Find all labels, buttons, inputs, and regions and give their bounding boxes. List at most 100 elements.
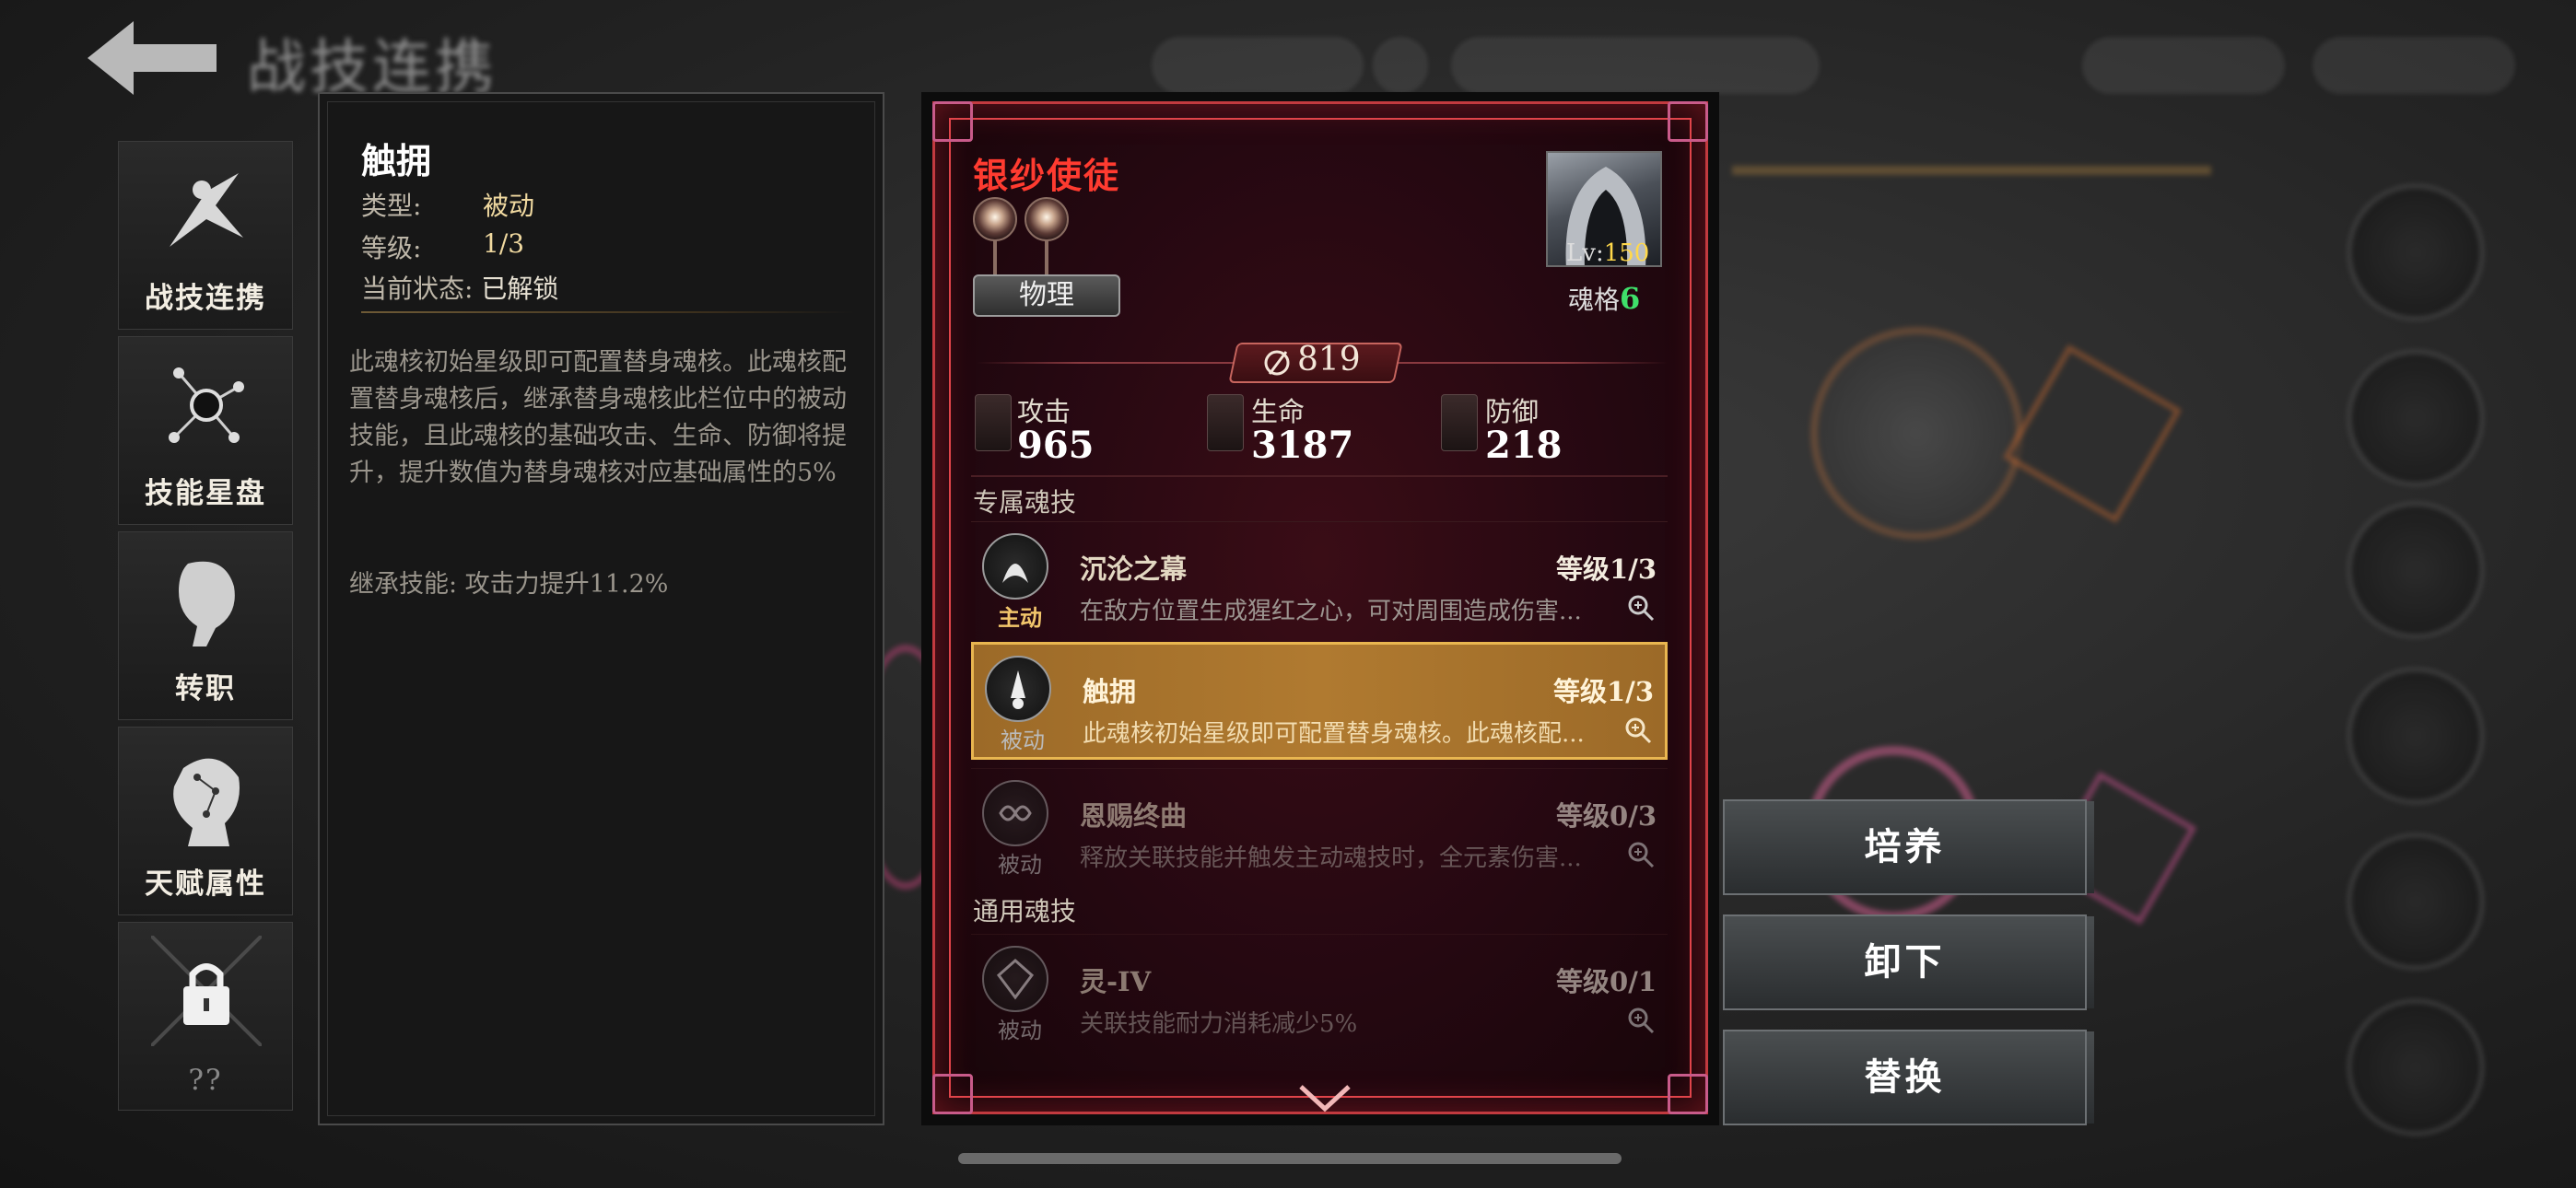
skill-name: 沉沦之幕	[1080, 553, 1188, 585]
soul-grade: 魂格6	[1568, 280, 1640, 317]
star-orb-icon	[973, 197, 1017, 241]
bg-bar	[1732, 166, 2211, 175]
corner-ornament	[1668, 1074, 1708, 1114]
info-type-label: 类型:	[361, 191, 422, 221]
skill-desc: 在敌方位置生成猩红之心，可对周围造成伤害...	[1080, 598, 1582, 625]
replace-button[interactable]: 替换	[1723, 1030, 2094, 1125]
top-resource-pill[interactable]	[2082, 37, 2285, 94]
top-currency-pill[interactable]	[1152, 37, 1364, 94]
skill-type: 被动	[998, 852, 1042, 878]
power-value: 819	[1297, 341, 1361, 379]
stats-divider	[971, 475, 1668, 477]
info-level-value: 1/3	[483, 228, 525, 259]
warrior-icon	[170, 173, 243, 247]
unequip-button[interactable]: 卸下	[1723, 914, 2094, 1010]
info-state: 当前状态: 已解锁	[361, 269, 558, 306]
skill-passive-icon	[982, 946, 1048, 1012]
right-slot-1[interactable]	[2348, 184, 2484, 320]
nav-job-change[interactable]: 转职	[118, 531, 293, 720]
nav-label: 转职	[175, 672, 236, 705]
info-level: 等级: 1/3	[361, 228, 524, 265]
nav-label: 技能星盘	[145, 477, 266, 510]
stat-value-defense: 218	[1485, 424, 1563, 467]
skill-level: 等级0/3	[1556, 800, 1657, 832]
skill-active-icon	[982, 533, 1048, 600]
info-type-value: 被动	[483, 191, 535, 221]
nav-star-map[interactable]: 技能星盘	[118, 336, 293, 525]
skill-passive-icon	[982, 780, 1048, 846]
skill-level: 等级0/1	[1556, 966, 1657, 997]
right-slot-3[interactable]	[2348, 502, 2484, 638]
info-description: 此魂核初始星级即可配置替身魂核。此魂核配置替身魂核后，继承替身魂核此栏位中的被动…	[349, 348, 847, 487]
info-state-value: 已解锁	[481, 274, 559, 304]
info-separator	[361, 311, 854, 313]
heart-icon	[1207, 394, 1244, 451]
info-title: 触拥	[361, 140, 432, 181]
skill-type: 被动	[998, 1018, 1042, 1043]
info-inherit: 继承技能: 攻击力提升11.2%	[349, 570, 669, 599]
orb-chain	[993, 239, 997, 274]
top-status-pill[interactable]	[1451, 37, 1820, 94]
skill-desc: 关联技能耐力消耗减少5%	[1080, 1010, 1358, 1038]
right-slot-2[interactable]	[2348, 350, 2484, 486]
orb-chain	[1045, 239, 1048, 274]
stat-value-hp: 3187	[1251, 424, 1354, 467]
bg-emblem	[1810, 327, 2023, 540]
constellation-icon	[173, 758, 240, 846]
skill-desc: 此魂核初始星级即可配置替身魂核。此魂核配...	[1083, 720, 1585, 748]
info-level-label: 等级:	[361, 233, 422, 263]
back-arrow-icon[interactable]	[88, 17, 217, 99]
corner-ornament	[932, 101, 973, 142]
character-level: Lv:150	[1566, 239, 1649, 267]
cultivate-button[interactable]: 培养	[1723, 799, 2094, 895]
level-value: 150	[1603, 239, 1650, 267]
zoom-icon[interactable]	[1627, 1007, 1655, 1034]
chevron-down-icon[interactable]	[1297, 1083, 1352, 1114]
skill-row[interactable]: 主动 沉沦之幕 等级1/3 在敌方位置生成猩红之心，可对周围造成伤害...	[971, 521, 1668, 634]
home-indicator[interactable]	[958, 1153, 1622, 1164]
stat-value-attack: 965	[1017, 424, 1095, 467]
character-name: 银纱使徒	[973, 155, 1121, 196]
element-tag: 物理	[973, 274, 1120, 317]
power-icon	[1264, 350, 1290, 376]
skill-row-selected[interactable]: 被动 触拥 等级1/3 此魂核初始星级即可配置替身魂核。此魂核配...	[971, 642, 1668, 760]
skill-desc: 释放关联技能并触发主动魂技时，全元素伤害...	[1080, 844, 1582, 872]
top-help-icon[interactable]	[1373, 37, 1428, 94]
skill-type: 被动	[1001, 728, 1045, 753]
zoom-icon[interactable]	[1624, 716, 1652, 744]
skill-type: 主动	[998, 604, 1042, 631]
right-slot-5[interactable]	[2348, 833, 2484, 970]
shield-icon	[1441, 394, 1478, 451]
info-type: 类型: 被动	[361, 186, 534, 223]
corner-ornament	[1668, 101, 1708, 142]
nav-label: 天赋属性	[145, 868, 266, 901]
star-orb-icon	[1025, 197, 1069, 241]
level-label: Lv:	[1566, 239, 1604, 267]
nav-label: 战技连携	[145, 282, 266, 315]
nav-combo-skill[interactable]: 战技连携	[118, 141, 293, 330]
lock-icon	[151, 936, 262, 1046]
skill-passive-icon	[985, 656, 1051, 722]
info-state-label: 当前状态:	[361, 274, 474, 304]
right-slot-4[interactable]	[2348, 668, 2484, 804]
skill-row[interactable]: 被动 恩赐终曲 等级0/3 释放关联技能并触发主动魂技时，全元素伤害...	[971, 768, 1668, 880]
corner-ornament	[932, 1074, 973, 1114]
top-guide-pill[interactable]	[2313, 37, 2515, 94]
nav-label: ??	[188, 1064, 223, 1097]
soul-value: 6	[1620, 281, 1641, 316]
zoom-icon[interactable]	[1627, 594, 1655, 622]
section-exclusive: 专属魂技	[973, 487, 1077, 518]
profile-icon	[179, 561, 235, 646]
bg-hex	[2003, 344, 2182, 523]
zoom-icon[interactable]	[1627, 841, 1655, 868]
nav-locked[interactable]: ??	[118, 922, 293, 1111]
skill-row[interactable]: 被动 灵-IV 等级0/1 关联技能耐力消耗减少5%	[971, 934, 1668, 1046]
skill-name: 触拥	[1083, 676, 1137, 707]
nav-talent[interactable]: 天赋属性	[118, 727, 293, 915]
star-map-icon	[169, 367, 244, 443]
section-general: 通用魂技	[973, 896, 1077, 926]
right-slot-6[interactable]	[2348, 999, 2484, 1136]
skill-info-panel: 触拥 类型: 被动 等级: 1/3 当前状态: 已解锁 此魂核初始星级即可配置替…	[318, 92, 884, 1125]
skill-level: 等级1/3	[1556, 553, 1657, 585]
skill-name: 恩赐终曲	[1080, 800, 1188, 832]
